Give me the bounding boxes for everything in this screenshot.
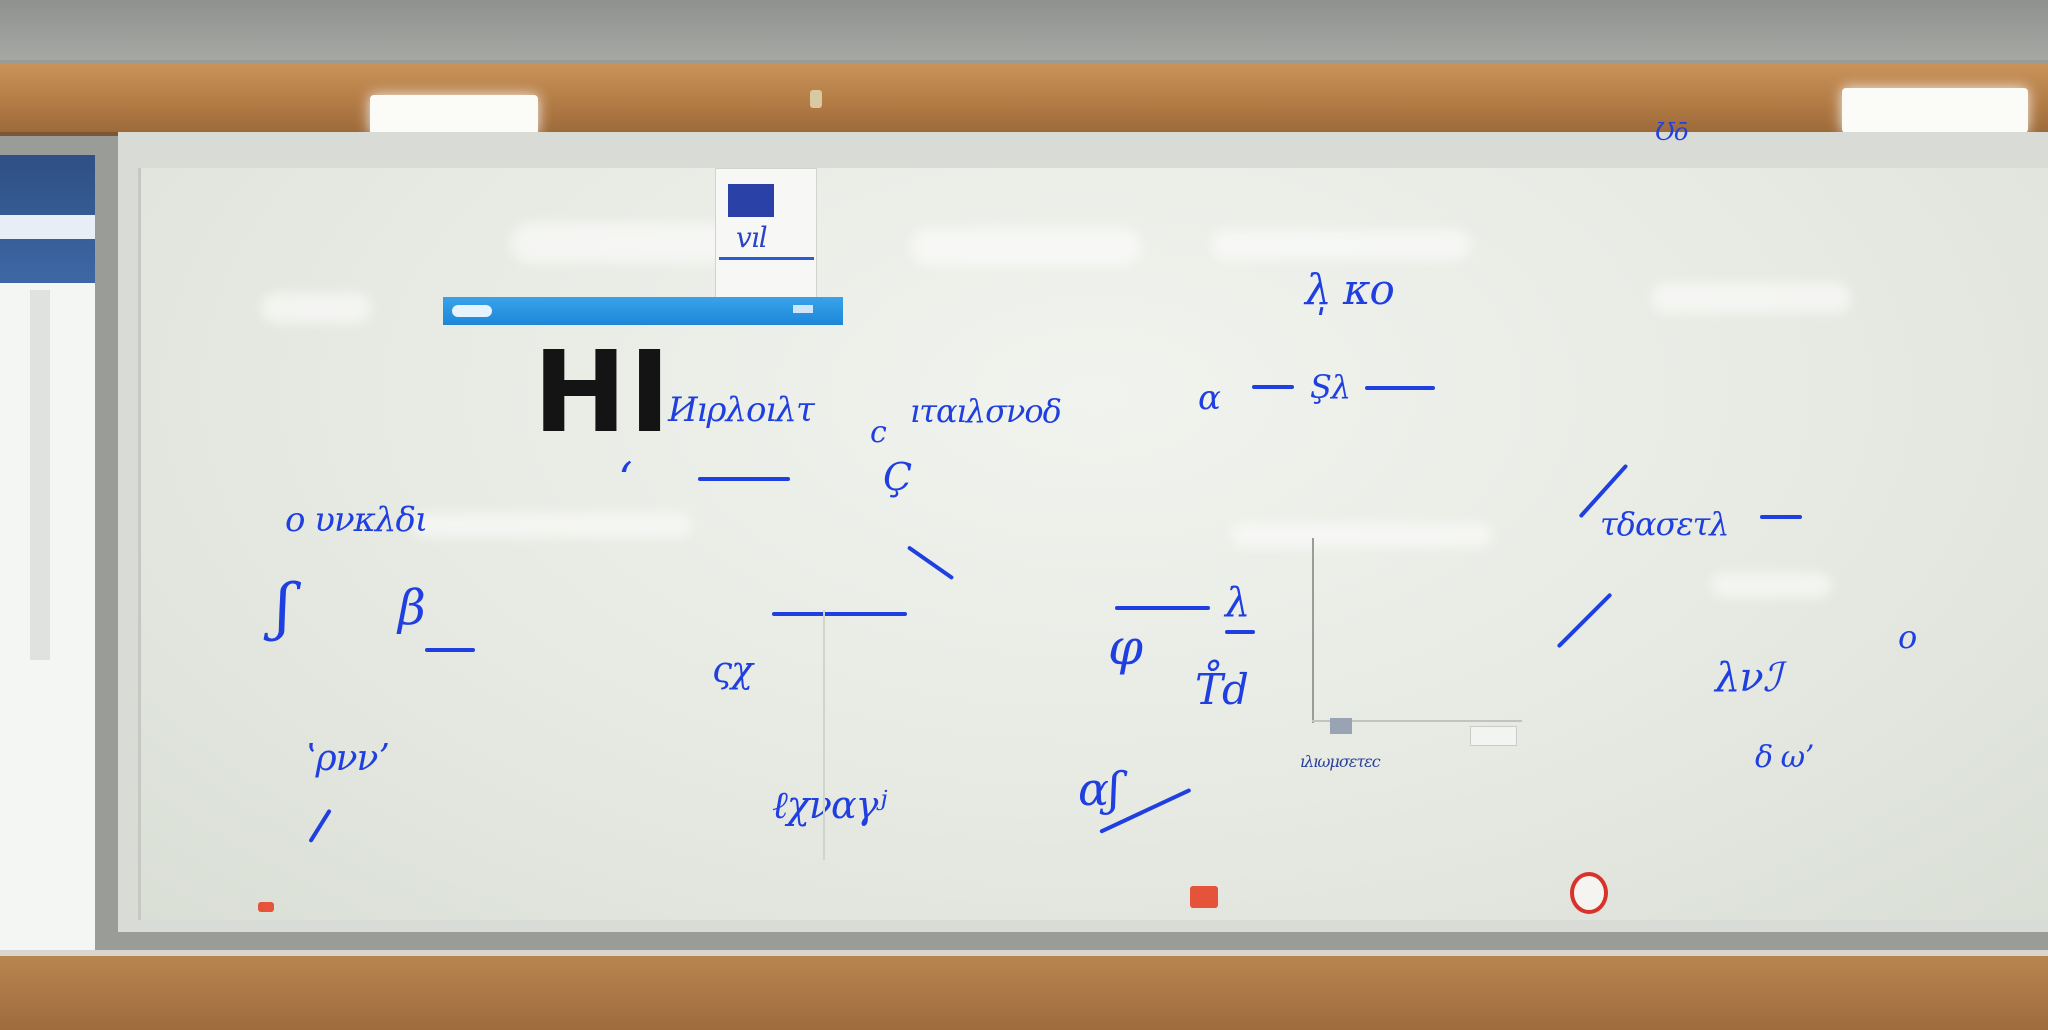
map-rail [0, 64, 2048, 136]
black-marker-letters: HI [533, 328, 673, 458]
red-magnet [1570, 872, 1608, 914]
ink-scribble: λ̩ κο [1305, 265, 1395, 314]
ceiling-light-right [1842, 88, 2028, 133]
wall [0, 0, 2048, 60]
ink-scribble: ɑʃ [1078, 762, 1121, 816]
ink-scribble: δ ωʼ [1755, 740, 1814, 775]
light-reflection [1211, 230, 1471, 260]
ink-scribble: Ç [883, 455, 912, 499]
ink-scribble: Şλ [1310, 368, 1351, 406]
light-reflection [1651, 283, 1851, 313]
red-magnet [258, 902, 274, 912]
ink-scribble: λνℐ [1715, 655, 1781, 701]
light-reflection [1231, 523, 1491, 547]
toolbar-tag [793, 305, 813, 313]
ink-scribble: ıταıλσνοδ [910, 392, 1062, 430]
card-underline [719, 257, 814, 260]
toolbar-pill [452, 305, 492, 317]
projected-toolbar [443, 297, 843, 325]
projected-chip [1470, 726, 1517, 746]
ink-stroke [1252, 385, 1294, 389]
ink-scribble: o [1898, 618, 1917, 656]
ink-scribble: ıλıωμσετεc [1300, 752, 1381, 771]
projection-edge [1312, 538, 1314, 723]
ink-stroke [698, 477, 790, 481]
door-edge [30, 290, 50, 660]
ink-scribble: ℓχναγʲ [772, 783, 887, 827]
ink-stroke [1365, 386, 1435, 390]
light-reflection [1711, 573, 1831, 597]
ink-stroke [425, 648, 475, 652]
rail-clip [810, 90, 822, 108]
projected-card: vıl [715, 168, 817, 298]
ink-scribble: τδασετλ [1600, 505, 1730, 543]
red-magnet [1190, 886, 1218, 908]
ink-scribble: ɑ [1198, 378, 1221, 418]
marker-tray [0, 950, 2048, 1030]
light-reflection [911, 228, 1141, 266]
ink-scribble: Иıρλοıλτ [668, 390, 815, 430]
ink-scribble: λ [1225, 580, 1250, 626]
ink-scribble: ʻ [618, 452, 633, 506]
light-reflection [511, 223, 731, 263]
ink-label-top-right: Ʊō [1655, 118, 1688, 146]
ink-scribble: c [870, 415, 887, 450]
light-reflection [261, 293, 371, 323]
ink-scribble: o υνκλδι [285, 500, 428, 540]
ink-scribble: φ [1108, 618, 1143, 676]
ink-stroke [1225, 630, 1255, 634]
ink-scribble: β [398, 580, 426, 636]
poster-strip [0, 215, 95, 239]
projected-chip [1330, 718, 1352, 734]
ink-stroke [1760, 515, 1802, 519]
projection-edge [823, 610, 825, 860]
side-poster-panel [0, 155, 95, 955]
ink-scribble: ʽρννʼ [305, 738, 389, 779]
light-reflection [411, 513, 691, 537]
ink-scribble: ςχ [712, 650, 753, 691]
ink-scribble: T̊d [1195, 665, 1249, 714]
ink-stroke [772, 612, 907, 616]
ink-scribble: ʃ [275, 570, 292, 643]
ink-stroke [1115, 606, 1210, 610]
card-scribble: vıl [736, 221, 768, 254]
ceiling-light-left [370, 95, 538, 135]
projected-thumbnail [728, 184, 774, 217]
